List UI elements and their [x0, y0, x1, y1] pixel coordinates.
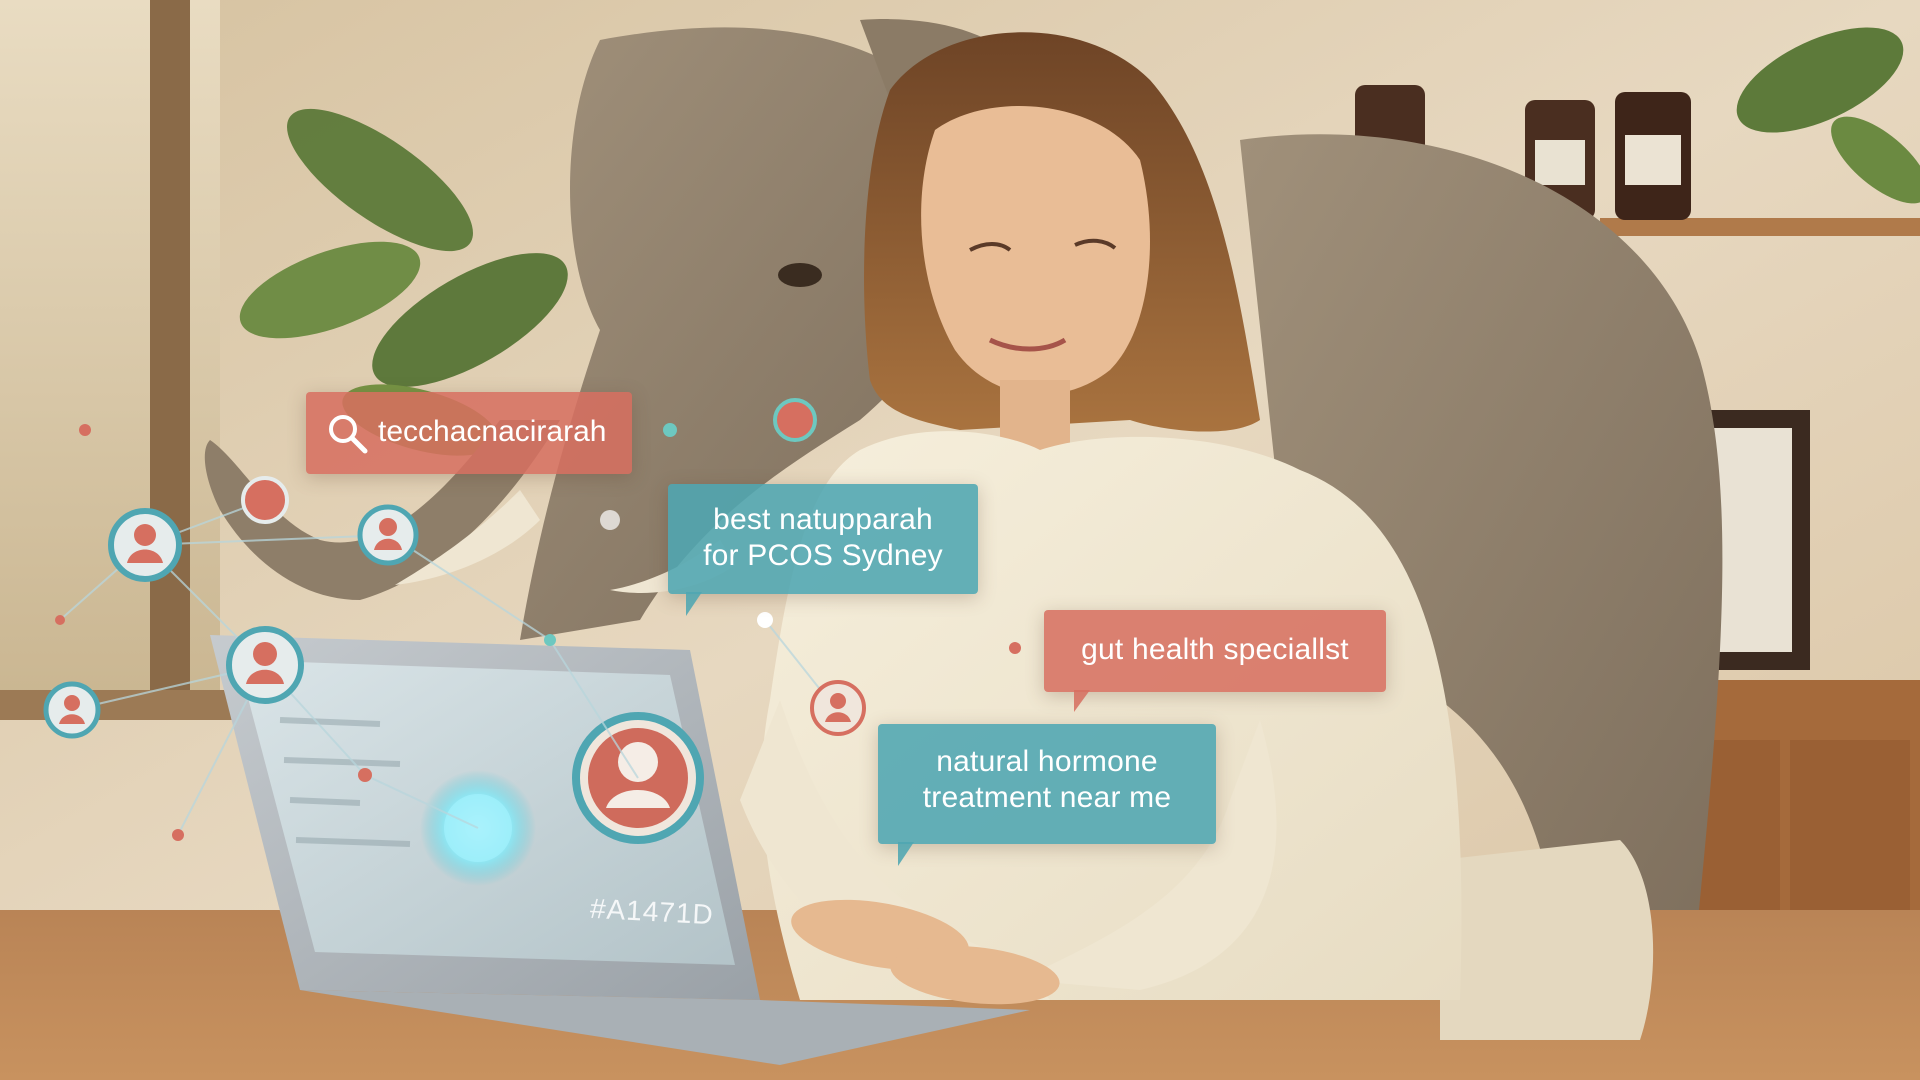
search-query: tecchacnacirarah [378, 415, 607, 448]
shelf [1600, 218, 1920, 236]
chair [1440, 840, 1654, 1040]
search-overlay: tecchacnacirarah [306, 392, 632, 474]
query-bubble-best: best natupparah for PCOS Sydney [668, 484, 978, 616]
avatar-bubble [357, 504, 419, 566]
avatar-bubble [241, 476, 289, 524]
query-bubble-line: gut health speciallst [1081, 633, 1349, 666]
query-bubble-line: treatment near me [922, 781, 1172, 814]
query-bubble-natural: natural hormone treatment near me [878, 724, 1216, 866]
laptop-screen-code: #A1471D [589, 892, 715, 931]
window-frame [150, 0, 190, 700]
query-bubble-line: for PCOS Sydney [703, 539, 943, 572]
avatar-bubble [43, 681, 101, 739]
query-bubble-gut: gut health speciallst [1044, 610, 1386, 712]
search-icon [329, 415, 368, 454]
avatar-bubble [810, 680, 866, 736]
query-bubble-line: best natupparah [713, 503, 933, 536]
avatar-bubble [773, 398, 817, 442]
avatar-bubble [108, 508, 182, 582]
query-bubble-line: natural hormone [936, 745, 1158, 778]
avatar-bubble [226, 626, 304, 704]
